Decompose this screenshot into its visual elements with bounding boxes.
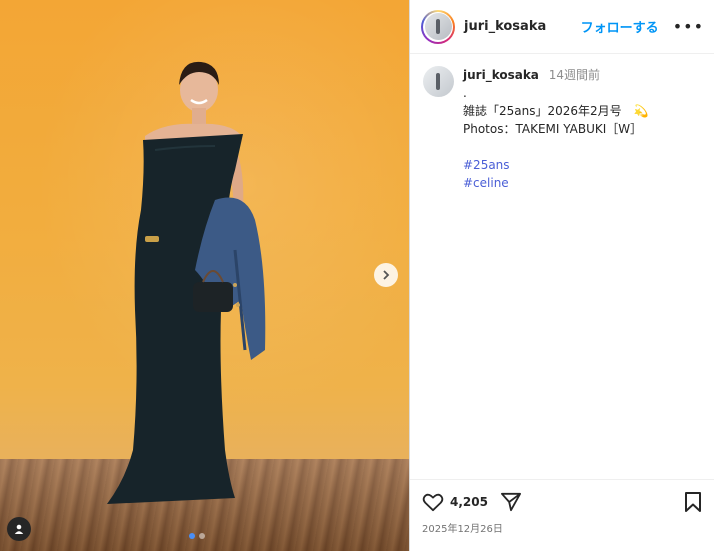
- caption: juri_kosaka 14週間前 . 雑誌「25ans」2026年2月号 💫 …: [410, 54, 714, 192]
- user-tag-icon: [14, 524, 24, 534]
- follow-button[interactable]: フォローする: [581, 17, 659, 36]
- carousel-next-button[interactable]: [374, 263, 398, 287]
- profile-avatar[interactable]: [421, 9, 455, 44]
- chevron-right-icon: [383, 270, 390, 280]
- heart-icon[interactable]: [422, 492, 444, 512]
- more-icon[interactable]: •••: [673, 17, 704, 36]
- hashtag-25ans[interactable]: #25ans: [463, 156, 648, 174]
- post-actions: 4,205 2025年12月26日: [410, 479, 714, 535]
- caption-line-dot: .: [463, 86, 467, 100]
- bookmark-icon[interactable]: [684, 492, 702, 512]
- caption-line-photos: Photos：TAKEMI YABUKI［W］: [463, 122, 643, 136]
- caption-username[interactable]: juri_kosaka: [463, 68, 539, 82]
- avatar: [424, 13, 452, 40]
- post-sidebar: juri_kosaka フォローする ••• juri_kosaka 14週間前…: [409, 0, 714, 551]
- carousel-dot-active: [189, 533, 195, 539]
- hashtag-celine[interactable]: #celine: [463, 174, 648, 192]
- post-image[interactable]: [0, 0, 409, 551]
- instagram-post: juri_kosaka フォローする ••• juri_kosaka 14週間前…: [0, 0, 714, 551]
- post-date: 2025年12月26日: [422, 524, 503, 535]
- user-tag-button[interactable]: [7, 517, 31, 541]
- model-figure: [107, 61, 266, 504]
- like-count[interactable]: 4,205: [450, 495, 488, 509]
- caption-line-magazine: 雑誌「25ans」2026年2月号: [463, 104, 622, 118]
- caption-avatar[interactable]: [423, 66, 454, 97]
- share-icon[interactable]: [500, 492, 522, 512]
- sparkle-emoji: 💫: [633, 104, 649, 118]
- caption-timestamp[interactable]: 14週間前: [549, 68, 600, 82]
- carousel-dot: [199, 533, 205, 539]
- carousel-indicator: [189, 533, 205, 539]
- username[interactable]: juri_kosaka: [464, 19, 546, 34]
- post-header: juri_kosaka フォローする •••: [410, 0, 714, 54]
